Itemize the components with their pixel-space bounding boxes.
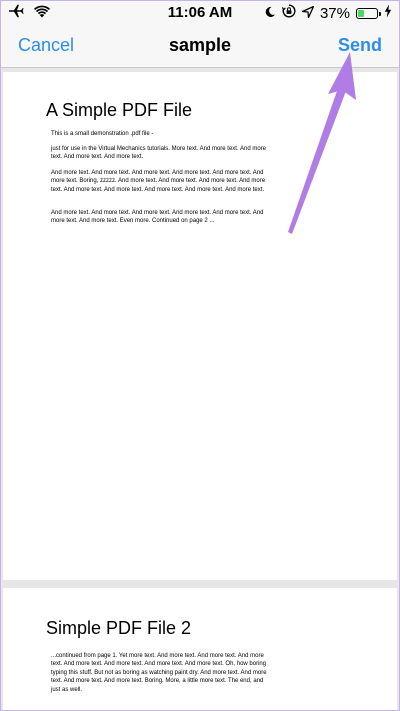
page-paragraph: just for use in the Virtual Mechanics tu…	[51, 146, 266, 161]
battery-percent: 37%	[319, 4, 350, 22]
page-paragraph: ...continued from page 1. Yet more text.…	[51, 653, 267, 693]
navigation-bar: Cancel sample Send	[0, 26, 400, 68]
send-button[interactable]: Send	[338, 35, 382, 56]
page-paragraph: And more text. And more text. And more t…	[51, 210, 264, 225]
page-heading: A Simple PDF File	[46, 100, 193, 120]
location-arrow-icon	[301, 5, 315, 22]
page-heading: Simple PDF File 2	[46, 618, 192, 638]
pdf-page-2: Simple PDF File 2 ...continued from page…	[3, 588, 397, 711]
cancel-button[interactable]: Cancel	[18, 35, 74, 56]
status-right: 37%	[264, 4, 392, 22]
battery-icon	[356, 7, 381, 19]
document-preview[interactable]: A Simple PDF File This is a small demons…	[0, 68, 400, 711]
charging-bolt-icon	[384, 4, 392, 22]
moon-icon	[264, 5, 276, 22]
battery-fill	[358, 9, 364, 17]
battery-tip	[379, 11, 381, 16]
page-paragraph: This is a small demonstration .pdf file …	[51, 131, 154, 137]
page-paragraph: And more text. And more text. And more t…	[51, 170, 266, 193]
status-bar: 11:06 AM 37%	[0, 0, 400, 26]
rotation-lock-icon	[281, 4, 296, 22]
pdf-page-1: A Simple PDF File This is a small demons…	[3, 72, 397, 580]
